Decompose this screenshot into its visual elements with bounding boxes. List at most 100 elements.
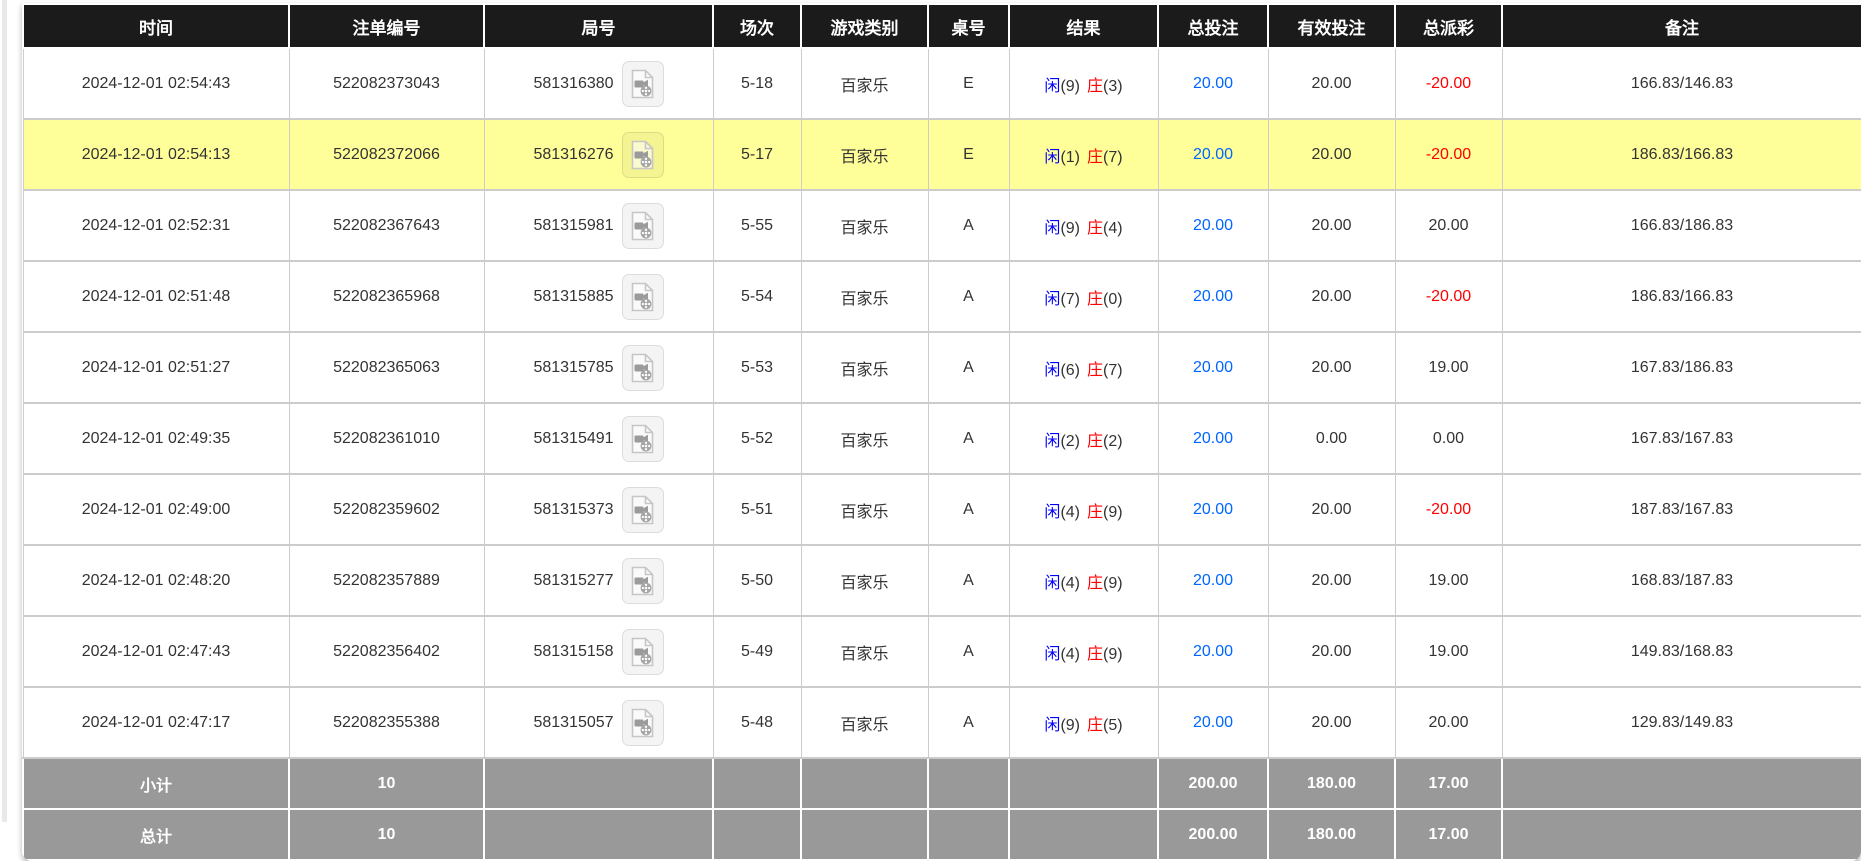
table-no-cell: A bbox=[927, 544, 1010, 617]
result-cell: 闲(4) 庄(9) bbox=[1008, 544, 1159, 617]
round-id: 581315981 bbox=[533, 216, 614, 234]
bet-id-cell: 522082359602 bbox=[288, 473, 485, 546]
round-id: 581315057 bbox=[533, 713, 614, 731]
column-header-valid_bet: 有效投注 bbox=[1267, 3, 1396, 49]
banker-result-label: 庄 bbox=[1087, 574, 1104, 592]
player-result-score: (4) bbox=[1060, 574, 1080, 592]
table-no-cell: A bbox=[927, 686, 1010, 759]
bet-history-table-wrap: 时间 注单编号 局号 场次 游戏类别 桌号 结果 总投注 有效投注 总派彩 备注 2024-12-0… bbox=[22, 3, 1861, 861]
session-cell: 5-54 bbox=[712, 260, 802, 333]
time-cell: 2024-12-01 02:49:00 bbox=[22, 473, 290, 546]
column-header-table_no: 桌号 bbox=[927, 3, 1010, 49]
valid-bet-cell: 20.00 bbox=[1267, 686, 1396, 759]
table-row: 2024-12-01 02:51:48 522082365968 5813158… bbox=[22, 260, 1861, 333]
total-bet-cell: 20.00 bbox=[1157, 686, 1269, 759]
video-replay-button[interactable] bbox=[621, 202, 664, 249]
subtotal-label-cell: 小计 bbox=[22, 757, 290, 810]
banker-result-label: 庄 bbox=[1087, 645, 1104, 663]
total-bet-cell: 20.00 bbox=[1157, 331, 1269, 404]
session-cell: 5-49 bbox=[712, 615, 802, 688]
payout-cell: 19.00 bbox=[1394, 615, 1503, 688]
result-cell: 闲(6) 庄(7) bbox=[1008, 331, 1159, 404]
banker-result-score: (9) bbox=[1103, 574, 1123, 592]
subtotal-session-cell bbox=[712, 757, 802, 810]
round-cell: 581316276 bbox=[483, 118, 714, 191]
video-replay-button[interactable] bbox=[621, 628, 664, 675]
bet-id-cell: 522082372066 bbox=[288, 118, 485, 191]
video-replay-button[interactable] bbox=[621, 415, 664, 462]
video-replay-button[interactable] bbox=[621, 699, 664, 746]
video-replay-button[interactable] bbox=[621, 486, 664, 533]
game-type-cell: 百家乐 bbox=[800, 686, 929, 759]
video-file-icon bbox=[631, 708, 654, 737]
remark-cell: 168.83/187.83 bbox=[1501, 544, 1861, 617]
video-replay-button[interactable] bbox=[621, 557, 664, 604]
total-bet-cell: 20.00 bbox=[1157, 118, 1269, 191]
video-replay-button[interactable] bbox=[621, 344, 664, 391]
player-result-score: (4) bbox=[1060, 645, 1080, 663]
remark-cell: 129.83/149.83 bbox=[1501, 686, 1861, 759]
game-type-cell: 百家乐 bbox=[800, 615, 929, 688]
table-no-cell: E bbox=[927, 47, 1010, 120]
valid-bet-cell: 20.00 bbox=[1267, 260, 1396, 333]
round-cell: 581315158 bbox=[483, 615, 714, 688]
time-cell: 2024-12-01 02:54:13 bbox=[22, 118, 290, 191]
player-result-score: (9) bbox=[1060, 219, 1080, 237]
column-header-game: 游戏类别 bbox=[800, 3, 929, 49]
column-header-result: 结果 bbox=[1008, 3, 1159, 49]
total-bet-cell: 20.00 bbox=[1157, 47, 1269, 120]
session-cell: 5-52 bbox=[712, 402, 802, 475]
banker-result-score: (2) bbox=[1103, 432, 1123, 450]
video-file-icon bbox=[631, 424, 654, 453]
total-game-cell bbox=[800, 808, 929, 861]
player-result-score: (1) bbox=[1060, 148, 1080, 166]
banker-result-label: 庄 bbox=[1087, 503, 1104, 521]
banker-result-label: 庄 bbox=[1087, 716, 1104, 734]
total-round-cell bbox=[483, 808, 714, 861]
bet-id-cell: 522082373043 bbox=[288, 47, 485, 120]
bet-id-cell: 522082355388 bbox=[288, 686, 485, 759]
payout-cell: 19.00 bbox=[1394, 331, 1503, 404]
remark-cell: 166.83/146.83 bbox=[1501, 47, 1861, 120]
video-replay-button[interactable] bbox=[621, 60, 664, 107]
banker-result-label: 庄 bbox=[1087, 148, 1104, 166]
time-cell: 2024-12-01 02:51:48 bbox=[22, 260, 290, 333]
result-cell: 闲(4) 庄(9) bbox=[1008, 615, 1159, 688]
time-cell: 2024-12-01 02:52:31 bbox=[22, 189, 290, 262]
remark-cell: 166.83/186.83 bbox=[1501, 189, 1861, 262]
result-cell: 闲(9) 庄(3) bbox=[1008, 47, 1159, 120]
player-result-label: 闲 bbox=[1044, 503, 1061, 521]
game-type-cell: 百家乐 bbox=[800, 331, 929, 404]
game-type-cell: 百家乐 bbox=[800, 402, 929, 475]
round-cell: 581316380 bbox=[483, 47, 714, 120]
player-result-score: (4) bbox=[1060, 503, 1080, 521]
banker-result-score: (4) bbox=[1103, 219, 1123, 237]
subtotal-total-bet-cell: 200.00 bbox=[1157, 757, 1269, 810]
banker-result-score: (0) bbox=[1103, 290, 1123, 308]
video-file-icon bbox=[631, 69, 654, 98]
total-payout-cell: 17.00 bbox=[1394, 808, 1503, 861]
banker-result-label: 庄 bbox=[1087, 290, 1104, 308]
banker-result-label: 庄 bbox=[1087, 219, 1104, 237]
player-result-label: 闲 bbox=[1044, 219, 1061, 237]
table-row: 2024-12-01 02:48:20 522082357889 5813152… bbox=[22, 544, 1861, 617]
subtotal-row: 小计 10 200.00 180.00 17.00 bbox=[22, 757, 1861, 810]
round-cell: 581315373 bbox=[483, 473, 714, 546]
table-row: 2024-12-01 02:47:43 522082356402 5813151… bbox=[22, 615, 1861, 688]
video-replay-button[interactable] bbox=[621, 273, 664, 320]
session-cell: 5-18 bbox=[712, 47, 802, 120]
video-file-icon bbox=[631, 637, 654, 666]
banker-result-label: 庄 bbox=[1087, 361, 1104, 379]
session-cell: 5-48 bbox=[712, 686, 802, 759]
video-replay-button[interactable] bbox=[621, 131, 664, 178]
valid-bet-cell: 20.00 bbox=[1267, 331, 1396, 404]
table-body: 2024-12-01 02:54:43 522082373043 5813163… bbox=[22, 47, 1861, 759]
remark-cell: 187.83/167.83 bbox=[1501, 473, 1861, 546]
total-bet-cell: 20.00 bbox=[1157, 402, 1269, 475]
bet-history-table: 时间 注单编号 局号 场次 游戏类别 桌号 结果 总投注 有效投注 总派彩 备注 2024-12-0… bbox=[22, 3, 1861, 861]
total-remark-cell bbox=[1501, 808, 1861, 861]
table-row: 2024-12-01 02:52:31 522082367643 5813159… bbox=[22, 189, 1861, 262]
round-id: 581316380 bbox=[533, 74, 614, 92]
round-cell: 581315981 bbox=[483, 189, 714, 262]
player-result-label: 闲 bbox=[1044, 148, 1061, 166]
